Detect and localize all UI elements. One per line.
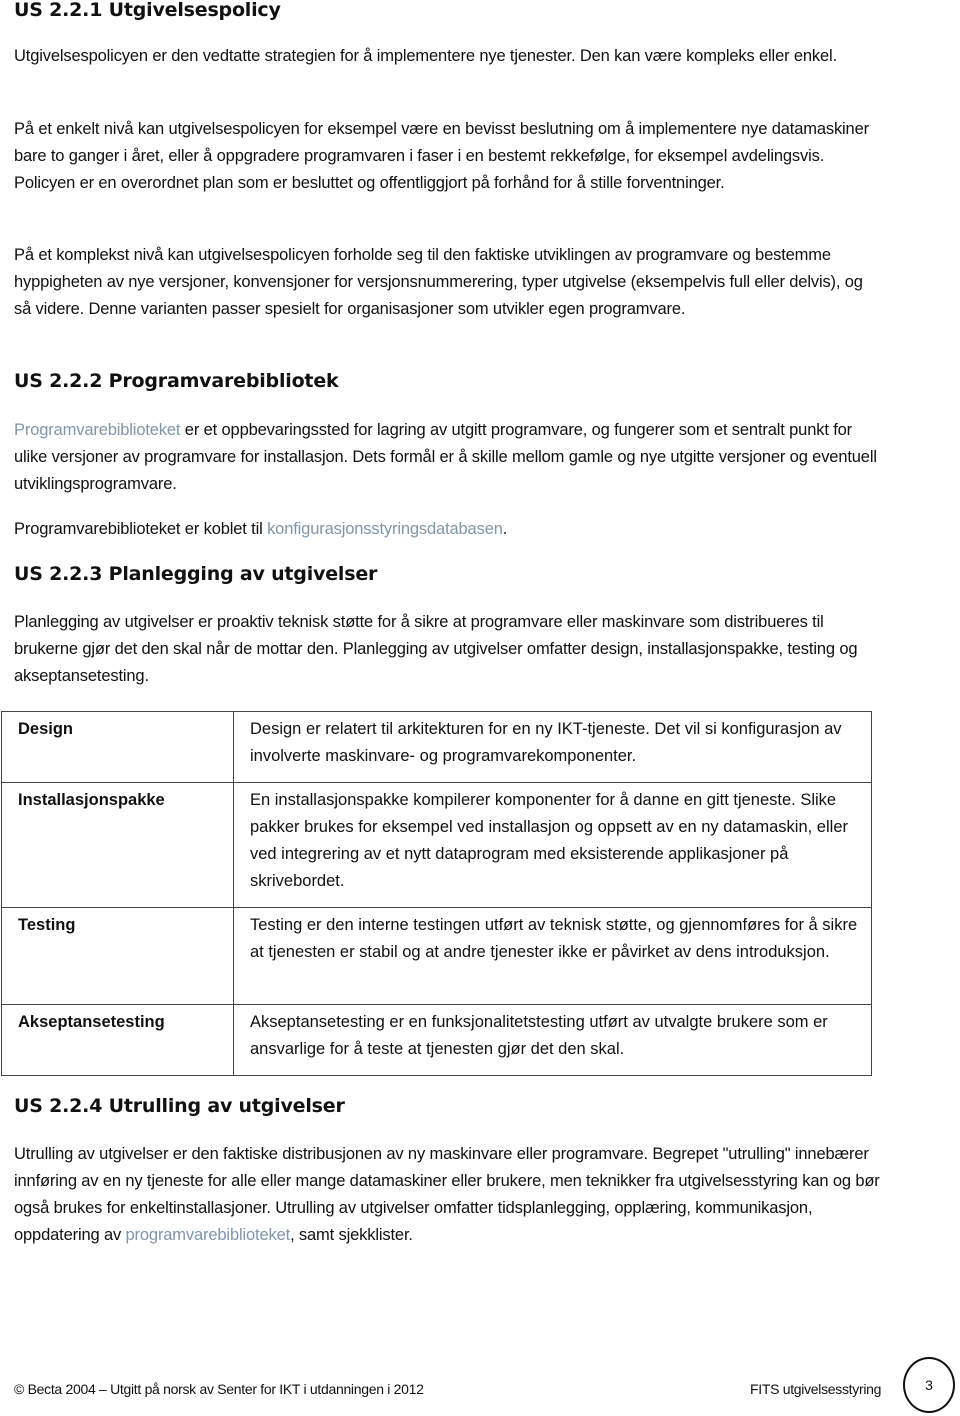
term-cell: Installasjonspakke: [1, 782, 234, 908]
section-heading-programvarebibliotek: US 2.2.2 Programvarebibliotek: [14, 370, 339, 392]
section-heading-utgivelsespolicy: US 2.2.1 Utgivelsespolicy: [14, 0, 281, 21]
paragraph-text: Programvarebiblioteket er koblet til: [14, 520, 268, 538]
term-cell: Akseptansetesting: [1, 1004, 234, 1076]
term-cell: Testing: [1, 907, 234, 1005]
paragraph: På et komplekst nivå kan utgivelsespolic…: [14, 246, 863, 318]
section-heading-utrulling: US 2.2.4 Utrulling av utgivelser: [14, 1095, 345, 1117]
konfigurasjonsstyringsdatabasen-link[interactable]: konfigurasjonsstyringsdatabasen: [267, 520, 503, 538]
term-cell: Design: [1, 711, 234, 783]
paragraph: Programvarebiblioteket er et oppbevaring…: [14, 417, 884, 498]
definition-cell: Akseptansetesting er en funksjonalitetst…: [233, 1004, 872, 1076]
table-row: Akseptansetesting Akseptansetesting er e…: [1, 1004, 872, 1076]
programvarebiblioteket-link[interactable]: Programvarebiblioteket: [14, 421, 181, 439]
definition-table: Design Design er relatert til arkitektur…: [1, 711, 872, 1076]
paragraph: Utgivelsespolicyen er den vedtatte strat…: [14, 47, 837, 65]
paragraph: Planlegging av utgivelser er proaktiv te…: [14, 613, 858, 685]
page-number: 3: [925, 1377, 933, 1393]
definition-cell: Design er relatert til arkitekturen for …: [233, 711, 872, 783]
table-row: Testing Testing er den interne testingen…: [1, 907, 872, 1005]
section-heading-planlegging: US 2.2.3 Planlegging av utgivelser: [14, 563, 378, 585]
paragraph: På et enkelt nivå kan utgivelsespolicyen…: [14, 120, 869, 192]
table-row: Design Design er relatert til arkitektur…: [1, 711, 872, 783]
paragraph-text: .: [502, 520, 508, 538]
table-row: Installasjonspakke En installasjonspakke…: [1, 782, 872, 908]
paragraph: Utrulling av utgivelser er den faktiske …: [14, 1141, 884, 1249]
definition-cell: En installasjonspakke kompilerer kompone…: [233, 782, 872, 908]
paragraph-text: , samt sjekklister.: [290, 1226, 413, 1244]
programvarebiblioteket-link[interactable]: programvarebiblioteket: [126, 1226, 291, 1244]
page-footer: © Becta 2004 – Utgitt på norsk av Senter…: [0, 1357, 960, 1413]
page-number-badge: 3: [903, 1357, 955, 1413]
document-title: FITS utgivelsesstyring: [750, 1381, 882, 1397]
definition-cell: Testing er den interne testingen utført …: [233, 907, 872, 1005]
paragraph: Programvarebiblioteket er koblet til kon…: [14, 516, 507, 543]
copyright-text: © Becta 2004 – Utgitt på norsk av Senter…: [14, 1381, 424, 1397]
